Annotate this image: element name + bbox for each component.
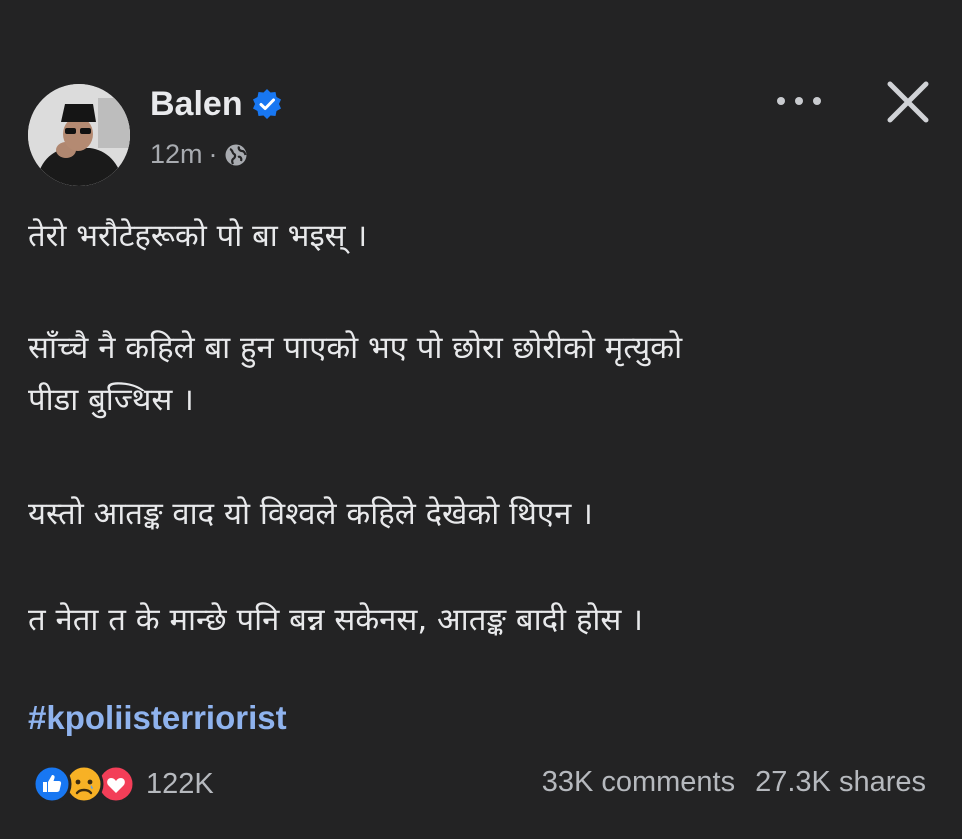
comments-count-link[interactable]: 33K comments	[542, 766, 735, 799]
post-line: यस्तो आतङ्क वाद यो विश्वले कहिले देखेको …	[28, 496, 593, 532]
more-options-icon[interactable]	[772, 86, 826, 116]
post-line: साँच्चै नै कहिले बा हुन पाएको भए पो छोरा…	[28, 330, 683, 366]
close-icon[interactable]	[882, 76, 934, 128]
author-name[interactable]: Balen	[150, 84, 243, 124]
shares-count-link[interactable]: 27.3K shares	[755, 766, 926, 799]
engagement-stats: 33K comments 27.3K shares	[542, 766, 926, 799]
post-time[interactable]: 12m	[150, 138, 203, 170]
post-paragraph-4: त नेता त के मान्छे पनि बन्न सकेनस, आतङ्क…	[28, 594, 928, 646]
post-paragraph-2: साँच्चै नै कहिले बा हुन पाएको भए पो छोरा…	[28, 322, 928, 426]
globe-icon[interactable]	[224, 142, 248, 166]
post-line: तेरो भरौटेहरूको पो बा भइस् ।	[28, 218, 368, 254]
verified-badge-icon	[251, 88, 283, 120]
meta-separator: ·	[208, 139, 218, 169]
post-line: त नेता त के मान्छे पनि बन्न सकेनस, आतङ्क…	[28, 602, 643, 638]
author-name-row[interactable]: Balen	[150, 84, 283, 124]
reaction-count: 122K	[146, 767, 214, 800]
post-paragraph-3: यस्तो आतङ्क वाद यो विश्वले कहिले देखेको …	[28, 488, 928, 540]
facebook-post: Balen 12m · तेरो भरौटेहरूको पो बा भइस् ।…	[0, 0, 962, 839]
post-meta: 12m ·	[150, 138, 248, 170]
author-avatar[interactable]	[28, 84, 130, 186]
hashtag-link[interactable]: #kpoliisterriorist	[28, 696, 287, 740]
post-line: पीडा बुज्थिस ।	[28, 382, 194, 418]
post-paragraph-1: तेरो भरौटेहरूको पो बा भइस् ।	[28, 210, 928, 262]
like-reaction-icon	[32, 764, 72, 804]
reactions-summary[interactable]: 122K	[32, 764, 214, 804]
avatar-photo	[28, 84, 130, 186]
